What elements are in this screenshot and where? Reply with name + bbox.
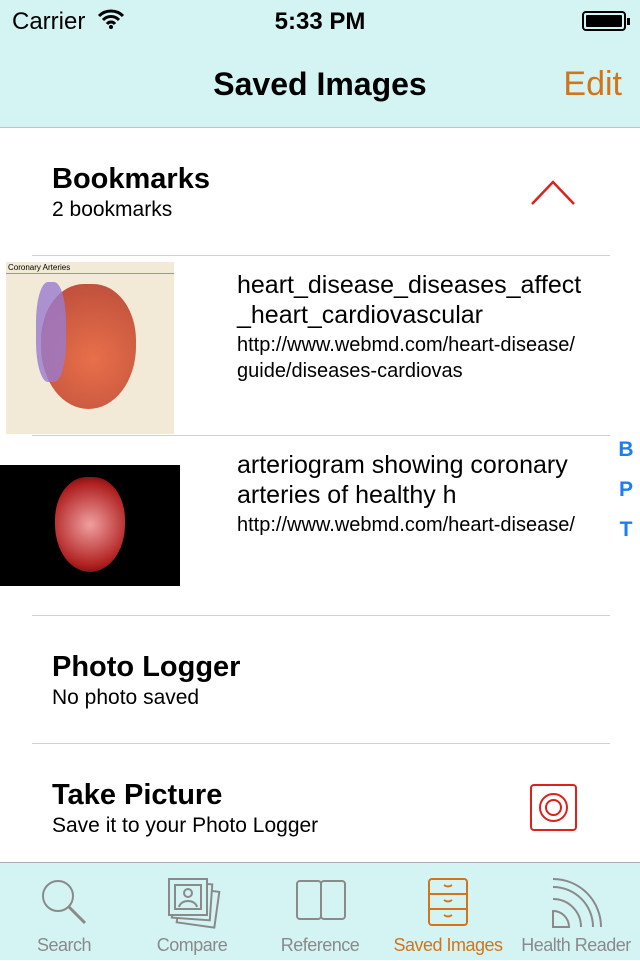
bookmark-item[interactable]: Coronary Arteries heart_disease_diseases… xyxy=(0,256,610,436)
index-b[interactable]: B xyxy=(616,438,636,462)
tab-bar: Search Compare Reference Saved Images He… xyxy=(0,862,640,960)
edit-button[interactable]: Edit xyxy=(563,65,622,104)
bookmark-text: heart_disease_diseases_affect_heart_card… xyxy=(237,270,582,384)
tab-reference[interactable]: Reference xyxy=(256,863,384,961)
photo-logger-status: No photo saved xyxy=(52,686,200,709)
heart-thumbnail: Coronary Arteries xyxy=(6,262,174,434)
battery-icon xyxy=(582,11,630,31)
status-bar: Carrier 5:33 PM xyxy=(0,0,640,40)
clock: 5:33 PM xyxy=(274,8,366,35)
tab-label: Health Reader xyxy=(521,935,631,955)
bookmark-item[interactable]: arteriogram showing coronary arteries of… xyxy=(0,436,610,616)
tab-compare[interactable]: Compare xyxy=(128,863,256,961)
index-p[interactable]: P xyxy=(616,478,636,502)
cabinet-icon xyxy=(428,878,468,926)
bookmark-text: arteriogram showing coronary arteries of… xyxy=(237,450,582,538)
photo-logger-title: Photo Logger xyxy=(52,651,241,683)
bookmark-title: arteriogram showing coronary arteries of… xyxy=(237,451,568,509)
take-picture-row[interactable]: Take Picture Save it to your Photo Logge… xyxy=(52,779,318,838)
tab-label: Compare xyxy=(156,935,228,955)
take-picture-title: Take Picture xyxy=(52,779,223,811)
bookmarks-title: Bookmarks xyxy=(52,163,210,195)
tab-label: Search xyxy=(36,935,92,955)
search-icon xyxy=(42,880,87,925)
arteriogram-thumbnail xyxy=(0,465,180,586)
camera-icon[interactable] xyxy=(530,784,577,831)
chevron-up-icon[interactable] xyxy=(530,178,576,208)
photos-icon xyxy=(168,878,221,929)
tab-saved-images[interactable]: Saved Images xyxy=(384,863,512,961)
bookmark-title: heart_disease_diseases_affect_heart_card… xyxy=(237,271,582,329)
tab-label: Reference xyxy=(280,935,360,955)
bookmarks-header[interactable]: Bookmarks 2 bookmarks xyxy=(52,163,210,222)
photo-logger-row[interactable]: Photo Logger No photo saved xyxy=(52,651,240,710)
book-icon xyxy=(296,880,346,920)
take-picture-subtitle: Save it to your Photo Logger xyxy=(52,814,319,837)
tab-label: Saved Images xyxy=(393,935,503,955)
bookmark-url: http://www.webmd.com/heart-disease/ xyxy=(237,514,575,536)
thumbnail-caption: Coronary Arteries xyxy=(6,262,174,274)
index-t[interactable]: T xyxy=(616,518,636,542)
page-title: Saved Images xyxy=(213,66,427,102)
tab-search[interactable]: Search xyxy=(0,863,128,961)
bookmarks-count: 2 bookmarks xyxy=(52,198,173,221)
feed-icon xyxy=(552,878,602,928)
bookmark-url: http://www.webmd.com/heart-disease/guide… xyxy=(237,334,575,382)
nav-bar: Saved Images Edit xyxy=(0,40,640,128)
tab-health-reader[interactable]: Health Reader xyxy=(512,863,640,961)
